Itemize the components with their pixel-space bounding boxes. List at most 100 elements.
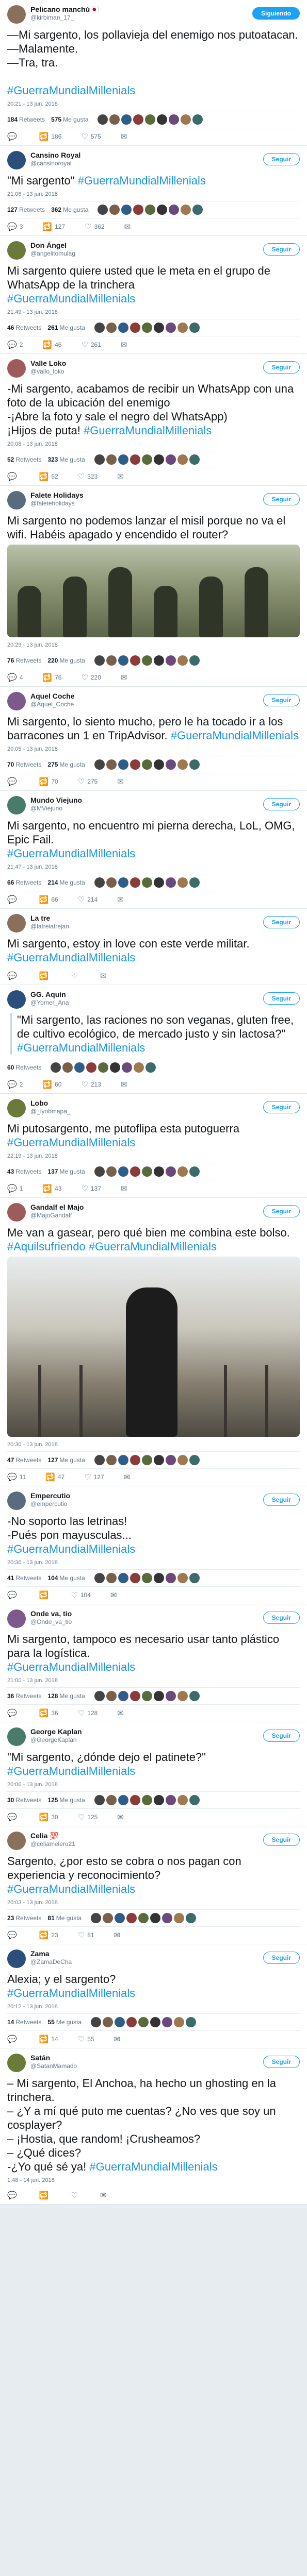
reply-button[interactable]: 💬 (7, 1590, 20, 1600)
liker-avatar[interactable] (141, 655, 152, 666)
hashtag-link[interactable]: #Aquilsufriendo #GuerraMundialMillenials (7, 1240, 217, 1253)
liker-avatar[interactable] (115, 1913, 125, 1923)
liker-avatar[interactable] (94, 877, 105, 888)
retweet-button[interactable]: 🔁 60 (42, 1080, 61, 1089)
liker-avatar[interactable] (177, 1455, 188, 1465)
liker-avatar[interactable] (141, 1166, 152, 1177)
liker-avatar[interactable] (94, 1573, 105, 1583)
like-button[interactable]: ♡ 261 (81, 340, 101, 349)
liker-avatar[interactable] (106, 323, 117, 333)
liker-avatar[interactable] (189, 1455, 200, 1465)
author-name[interactable]: Pelicano manchú🇯🇵 (30, 5, 252, 14)
direct-message-button[interactable]: ✉ (117, 472, 126, 481)
liker-avatar[interactable] (98, 1062, 109, 1073)
direct-message-button[interactable]: ✉ (121, 673, 130, 682)
liker-avatar[interactable] (106, 1691, 117, 1701)
retweet-count[interactable]: 46 Retweets (7, 324, 41, 331)
direct-message-button[interactable]: ✉ (117, 1812, 126, 1822)
liker-avatar[interactable] (106, 454, 117, 465)
liker-avatar[interactable] (98, 114, 108, 125)
tweet-timestamp[interactable]: 21:06 - 13 jun. 2018 (7, 191, 300, 198)
liker-avatar[interactable] (103, 2017, 114, 2027)
like-button[interactable]: ♡ 137 (81, 1184, 101, 1193)
follow-button[interactable]: Seguir (263, 1101, 300, 1113)
like-button[interactable]: ♡ 127 (84, 1472, 104, 1482)
retweet-count[interactable]: 36 Retweets (7, 1692, 41, 1700)
hashtag-link[interactable]: #GuerraMundialMillenials (7, 847, 135, 860)
retweet-button[interactable]: 🔁 30 (39, 1812, 58, 1822)
liker-avatar[interactable] (165, 1795, 176, 1805)
author-name[interactable]: Valle Loko (30, 359, 263, 368)
liker-avatar[interactable] (141, 454, 152, 465)
liker-avatar[interactable] (153, 454, 164, 465)
avatar[interactable] (7, 1950, 26, 1968)
direct-message-button[interactable]: ✉ (117, 1708, 126, 1718)
avatar[interactable] (7, 5, 26, 24)
liker-avatar[interactable] (153, 759, 164, 770)
liker-avatar[interactable] (165, 454, 176, 465)
liker-avatar[interactable] (130, 323, 140, 333)
retweet-count[interactable]: 66 Retweets (7, 879, 41, 886)
liker-avatar[interactable] (103, 1913, 114, 1923)
liker-avatar[interactable] (165, 1166, 176, 1177)
author-name[interactable]: Gandalf el Majo (30, 1203, 263, 1212)
liker-avatar[interactable] (118, 454, 128, 465)
direct-message-button[interactable]: ✉ (121, 340, 130, 349)
liker-avatar[interactable] (94, 1691, 105, 1701)
retweet-button[interactable]: 🔁 23 (39, 1930, 58, 1940)
liker-avatar[interactable] (94, 655, 105, 666)
like-button[interactable]: ♡ 213 (81, 1080, 101, 1089)
liker-avatar[interactable] (141, 1455, 152, 1465)
reply-button[interactable]: 💬 2 (7, 1080, 23, 1089)
liker-avatar[interactable] (181, 114, 191, 125)
liker-avatar[interactable] (169, 114, 180, 125)
liker-avatar[interactable] (169, 205, 180, 215)
liker-avatar[interactable] (86, 1062, 97, 1073)
like-count[interactable]: 128 Me gusta (47, 1692, 85, 1700)
hashtag-link[interactable]: #GuerraMundialMillenials (78, 174, 206, 187)
liker-avatar[interactable] (192, 205, 203, 215)
avatar[interactable] (7, 1727, 26, 1746)
hashtag-link[interactable]: #GuerraMundialMillenials (17, 1041, 145, 1054)
author-name[interactable]: Onde va, tio (30, 1609, 263, 1618)
liker-avatar[interactable] (153, 323, 164, 333)
like-count[interactable]: 127 Me gusta (47, 1456, 85, 1464)
follow-button[interactable]: Seguir (263, 1494, 300, 1506)
author-name[interactable]: Falete Holidays (30, 491, 263, 500)
liker-avatar[interactable] (157, 114, 168, 125)
liker-avatar[interactable] (130, 454, 140, 465)
liker-avatar[interactable] (134, 1062, 144, 1073)
liker-avatar[interactable] (126, 2017, 137, 2027)
liker-avatar[interactable] (165, 1691, 176, 1701)
retweet-button[interactable]: 🔁 70 (39, 777, 58, 786)
retweet-count[interactable]: 43 Retweets (7, 1168, 41, 1175)
liker-avatar[interactable] (94, 759, 105, 770)
avatar[interactable] (7, 990, 26, 1009)
tweet-timestamp[interactable]: 21:47 - 13 jun. 2018 (7, 863, 300, 871)
liker-avatar[interactable] (153, 1455, 164, 1465)
retweet-button[interactable]: 🔁 (39, 971, 52, 980)
liker-avatar[interactable] (106, 1166, 117, 1177)
liker-avatar[interactable] (189, 655, 200, 666)
liker-avatar[interactable] (153, 1166, 164, 1177)
follow-button[interactable]: Seguir (263, 361, 300, 374)
retweet-button[interactable]: 🔁 43 (42, 1184, 61, 1193)
author-name[interactable]: Celia 💯 (30, 1832, 263, 1840)
reply-button[interactable]: 💬 (7, 777, 20, 786)
liker-avatar[interactable] (145, 205, 156, 215)
liker-avatar[interactable] (118, 1573, 128, 1583)
avatar[interactable] (7, 914, 26, 933)
avatar[interactable] (7, 1609, 26, 1628)
liker-avatar[interactable] (91, 1913, 102, 1923)
reply-button[interactable]: 💬 3 (7, 222, 23, 231)
follow-button[interactable]: Seguir (263, 916, 300, 928)
liker-avatar[interactable] (177, 1795, 188, 1805)
liker-avatar[interactable] (130, 655, 140, 666)
like-count[interactable]: 323 Me gusta (47, 456, 85, 463)
hashtag-link[interactable]: #GuerraMundialMillenials (7, 1136, 135, 1149)
reply-button[interactable]: 💬 (7, 472, 20, 481)
liker-avatar[interactable] (141, 1573, 152, 1583)
like-button[interactable]: ♡ 125 (78, 1812, 98, 1822)
retweet-button[interactable]: 🔁 36 (39, 1708, 58, 1718)
liker-avatar[interactable] (141, 1691, 152, 1701)
